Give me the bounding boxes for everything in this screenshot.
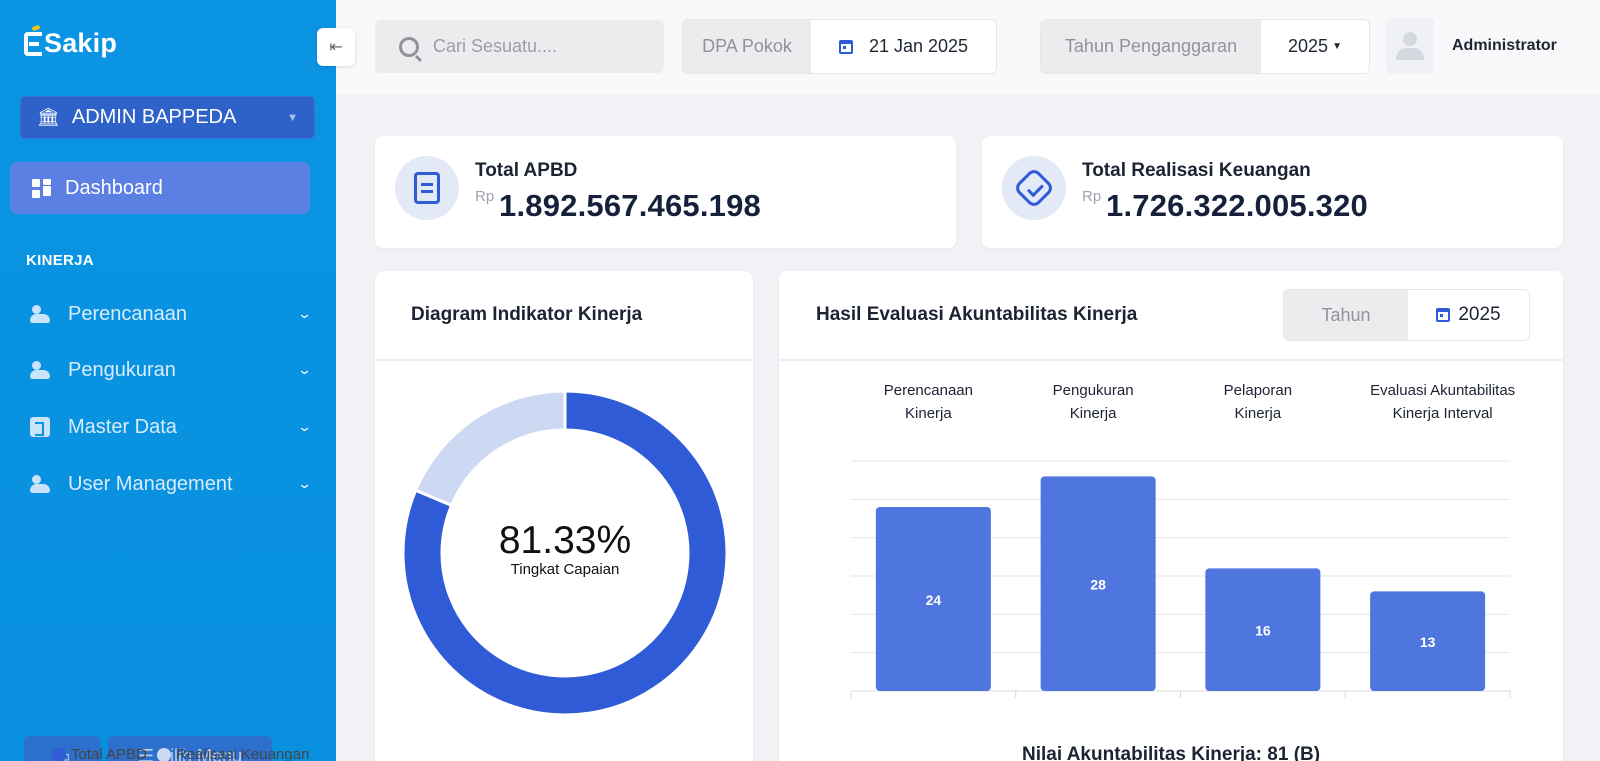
chevron-down-icon: ⌄ — [296, 362, 313, 377]
category-label: Kinerja — [1235, 405, 1282, 422]
collapse-icon: ⇤ — [329, 39, 343, 56]
users-icon — [30, 475, 54, 493]
sidebar-item-label: Master Data — [68, 415, 177, 438]
nilai-akuntabilitas: Nilai Akuntabilitas Kinerja: 81 (B) — [1022, 744, 1321, 761]
sidebar: Sakip 🏛 ADMIN BAPPEDA ▼ Dashboard KINERJ… — [0, 0, 336, 761]
sidebar-item-master-data[interactable]: Master Data ⌄ — [30, 407, 313, 447]
bank-icon: 🏛 — [37, 107, 60, 127]
card-title: Diagram Indikator Kinerja — [375, 271, 753, 361]
stat-title: Total Realisasi Keuangan — [1082, 160, 1311, 181]
users-icon — [30, 361, 54, 379]
stat-currency: Rp — [475, 188, 495, 205]
collapse-sidebar-button[interactable]: ⇤ — [317, 28, 355, 66]
donut-caption: Tingkat Capaian — [510, 561, 620, 578]
sidebar-item-user-management[interactable]: User Management ⌄ — [30, 464, 313, 504]
bar-value-label: 24 — [926, 592, 942, 608]
section-label-kinerja: KINERJA — [26, 252, 94, 269]
nav-dashboard[interactable]: Dashboard — [10, 162, 310, 214]
legend-label: Realisasi Keuangan — [175, 746, 310, 761]
category-label: Kinerja Interval — [1393, 405, 1493, 422]
dpa-date-picker[interactable]: 21 Jan 2025 — [811, 20, 996, 73]
stat-amount: 1.892.567.465.198 — [499, 188, 761, 223]
tahun-value: 2025 — [1288, 36, 1329, 56]
year-filter[interactable]: Tahun 2025 — [1283, 289, 1530, 341]
database-icon — [30, 417, 50, 437]
stat-title: Total APBD — [475, 160, 578, 181]
sidebar-item-perencanaan[interactable]: Perencanaan ⌄ — [30, 294, 313, 334]
bar-chart: 24 Perencanaan Kinerja 28 Pengukuran Kinerja 1… — [850, 382, 1515, 698]
donut-legend: Total APBD Realisasi Keuangan — [52, 746, 309, 761]
org-select[interactable]: 🏛 ADMIN BAPPEDA ▼ — [20, 96, 315, 139]
org-select-label: ADMIN BAPPEDA — [71, 106, 237, 128]
indikator-kinerja-card: Diagram Indikator Kinerja 81.33% Tingkat… — [375, 271, 753, 761]
app-logo[interactable]: Sakip — [24, 28, 117, 59]
logo-icon — [24, 31, 42, 56]
sidebar-item-pengukuran[interactable]: Pengukuran ⌄ — [30, 350, 313, 390]
year-filter-label: Tahun — [1284, 290, 1408, 340]
tahun-select[interactable]: 2025 ▼ — [1261, 20, 1369, 73]
logo-text: Sakip — [44, 28, 118, 58]
bar-value-label: 16 — [1255, 623, 1271, 639]
bar-value-label: 28 — [1090, 577, 1106, 593]
nav-dashboard-label: Dashboard — [65, 176, 163, 199]
avatar — [1386, 18, 1434, 74]
category-label: Kinerja — [905, 405, 952, 422]
category-label: Evaluasi Akuntabilitas — [1370, 382, 1515, 399]
legend-item-realisasi[interactable]: Realisasi Keuangan — [156, 746, 310, 761]
legend-swatch — [156, 747, 171, 761]
year-filter-picker[interactable]: 2025 — [1408, 290, 1529, 340]
legend-item-apbd[interactable]: Total APBD — [52, 746, 147, 761]
calendar-icon — [1436, 308, 1451, 322]
stat-amount: 1.726.322.005.320 — [1106, 188, 1368, 223]
legend-swatch — [52, 747, 66, 761]
search-placeholder: Cari Sesuatu.... — [433, 36, 558, 56]
stat-card-realisasi: Total Realisasi Keuangan Rp 1.726.322.00… — [982, 136, 1563, 248]
legend-label: Total APBD — [71, 746, 147, 761]
chevron-down-icon: ⌄ — [296, 419, 313, 434]
user-name: Administrator — [1452, 37, 1557, 54]
donut-slice-1 — [413, 389, 567, 508]
evaluasi-akuntabilitas-card: Hasil Evaluasi Akuntabilitas Kinerja Tah… — [779, 271, 1563, 761]
sidebar-item-label: Perencanaan — [68, 302, 187, 325]
chevron-down-icon: ▼ — [1332, 41, 1342, 52]
users-icon — [30, 305, 54, 323]
donut-center: 81.33% Tingkat Capaian — [401, 519, 729, 578]
search-input[interactable]: Cari Sesuatu.... — [375, 20, 664, 73]
sidebar-item-label: Pengukuran — [68, 358, 176, 381]
dpa-label: DPA Pokok — [683, 20, 811, 73]
search-icon — [399, 36, 419, 57]
user-menu[interactable]: Administrator — [1386, 18, 1557, 74]
dashboard-icon — [32, 178, 51, 198]
stat-card-apbd: Total APBD Rp 1.892.567.465.198 — [375, 136, 956, 248]
category-label: Kinerja — [1070, 405, 1117, 422]
chevron-down-icon: ⌄ — [296, 476, 313, 491]
verified-badge-icon — [1002, 156, 1066, 220]
sidebar-item-label: User Management — [68, 472, 233, 495]
calendar-icon — [838, 39, 853, 54]
year-filter-value: 2025 — [1458, 304, 1501, 325]
tahun-selector[interactable]: Tahun Penganggaran 2025 ▼ — [1040, 19, 1370, 74]
dpa-date: 21 Jan 2025 — [868, 36, 969, 56]
category-label: Perencanaan — [884, 382, 973, 399]
tahun-label: Tahun Penganggaran — [1041, 20, 1261, 73]
dpa-selector[interactable]: DPA Pokok 21 Jan 2025 — [682, 19, 997, 74]
bar-value-label: 13 — [1420, 634, 1436, 650]
document-icon — [395, 156, 459, 220]
chevron-down-icon: ▼ — [287, 111, 298, 124]
category-label: Pengukuran — [1053, 382, 1134, 399]
chevron-down-icon: ⌄ — [296, 306, 313, 321]
stat-currency: Rp — [1082, 188, 1102, 205]
donut-chart: 81.33% Tingkat Capaian — [401, 389, 729, 717]
donut-percent: 81.33% — [498, 519, 632, 562]
top-bar: Cari Sesuatu.... DPA Pokok 21 Jan 2025 T… — [336, 0, 1600, 94]
category-label: Pelaporan — [1224, 382, 1292, 399]
